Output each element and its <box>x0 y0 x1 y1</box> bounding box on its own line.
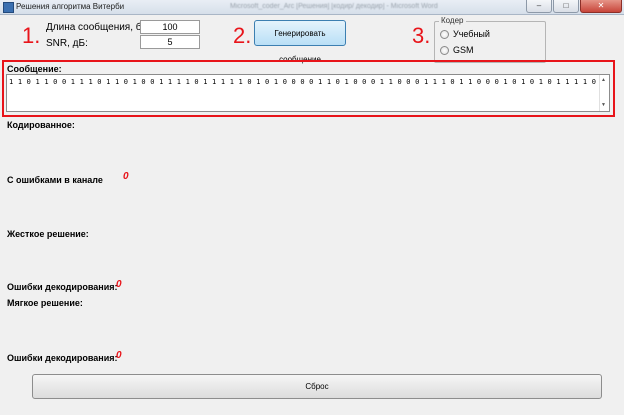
hard-decision-label: Жесткое решение: <box>7 229 89 239</box>
coder-option-label: Учебный <box>453 29 490 39</box>
message-scrollbar[interactable]: ▲ ▼ <box>599 75 609 111</box>
snr-label: SNR, дБ: <box>46 38 88 49</box>
background-window-title: Microsoft_coder_Arc [Решения] [кодир/ де… <box>230 3 438 10</box>
length-input[interactable]: 100 <box>140 20 200 34</box>
minimize-button[interactable]: – <box>526 0 552 13</box>
snr-input[interactable]: 5 <box>140 35 200 49</box>
coder-legend: Кодер <box>439 16 466 26</box>
soft-decoding-errors-value: 0 <box>116 350 122 361</box>
maximize-button[interactable]: □ <box>553 0 579 13</box>
reset-button[interactable]: Сброс <box>32 374 602 399</box>
window-controls: – □ ✕ <box>525 0 622 13</box>
length-label: Длина сообщения, бит: <box>46 22 155 33</box>
hard-decoding-errors-label: Ошибки декодирования: <box>7 282 118 292</box>
step-1-marker: 1. <box>22 23 41 48</box>
step-2-marker: 2. <box>233 23 252 48</box>
coder-group: Кодер Учебный GSM <box>434 16 546 63</box>
scroll-up-icon[interactable]: ▲ <box>601 77 606 83</box>
encoded-label: Кодированное: <box>7 120 75 130</box>
step-3-marker: 3. <box>412 23 431 48</box>
coder-option-label: GSM <box>453 45 474 55</box>
soft-decision-label: Мягкое решение: <box>7 298 83 308</box>
message-textbox[interactable]: 1 1 0 1 1 0 0 1 1 1 0 1 1 0 1 0 0 1 1 1 … <box>6 74 610 112</box>
channel-errors-label: С ошибками в канале <box>7 175 103 185</box>
scroll-down-icon[interactable]: ▼ <box>601 102 606 108</box>
channel-errors-value: 0 <box>123 171 129 182</box>
window-title: Решения алгоритма Витерби <box>16 2 125 11</box>
message-bits: 1 1 0 1 1 0 0 1 1 1 0 1 1 0 1 0 0 1 1 1 … <box>9 78 597 86</box>
radio-button-icon[interactable] <box>440 46 449 55</box>
app-icon <box>3 2 14 13</box>
coder-option-gsm[interactable]: GSM <box>440 45 474 56</box>
coder-option-educational[interactable]: Учебный <box>440 29 490 40</box>
title-bar: Решения алгоритма Витерби Microsoft_code… <box>0 0 624 15</box>
soft-decoding-errors-label: Ошибки декодирования: <box>7 353 118 363</box>
generate-message-button[interactable]: Генерировать сообщение <box>254 20 346 64</box>
radio-button-icon[interactable] <box>440 30 449 39</box>
close-button[interactable]: ✕ <box>580 0 622 13</box>
hard-decoding-errors-value: 0 <box>116 279 122 290</box>
